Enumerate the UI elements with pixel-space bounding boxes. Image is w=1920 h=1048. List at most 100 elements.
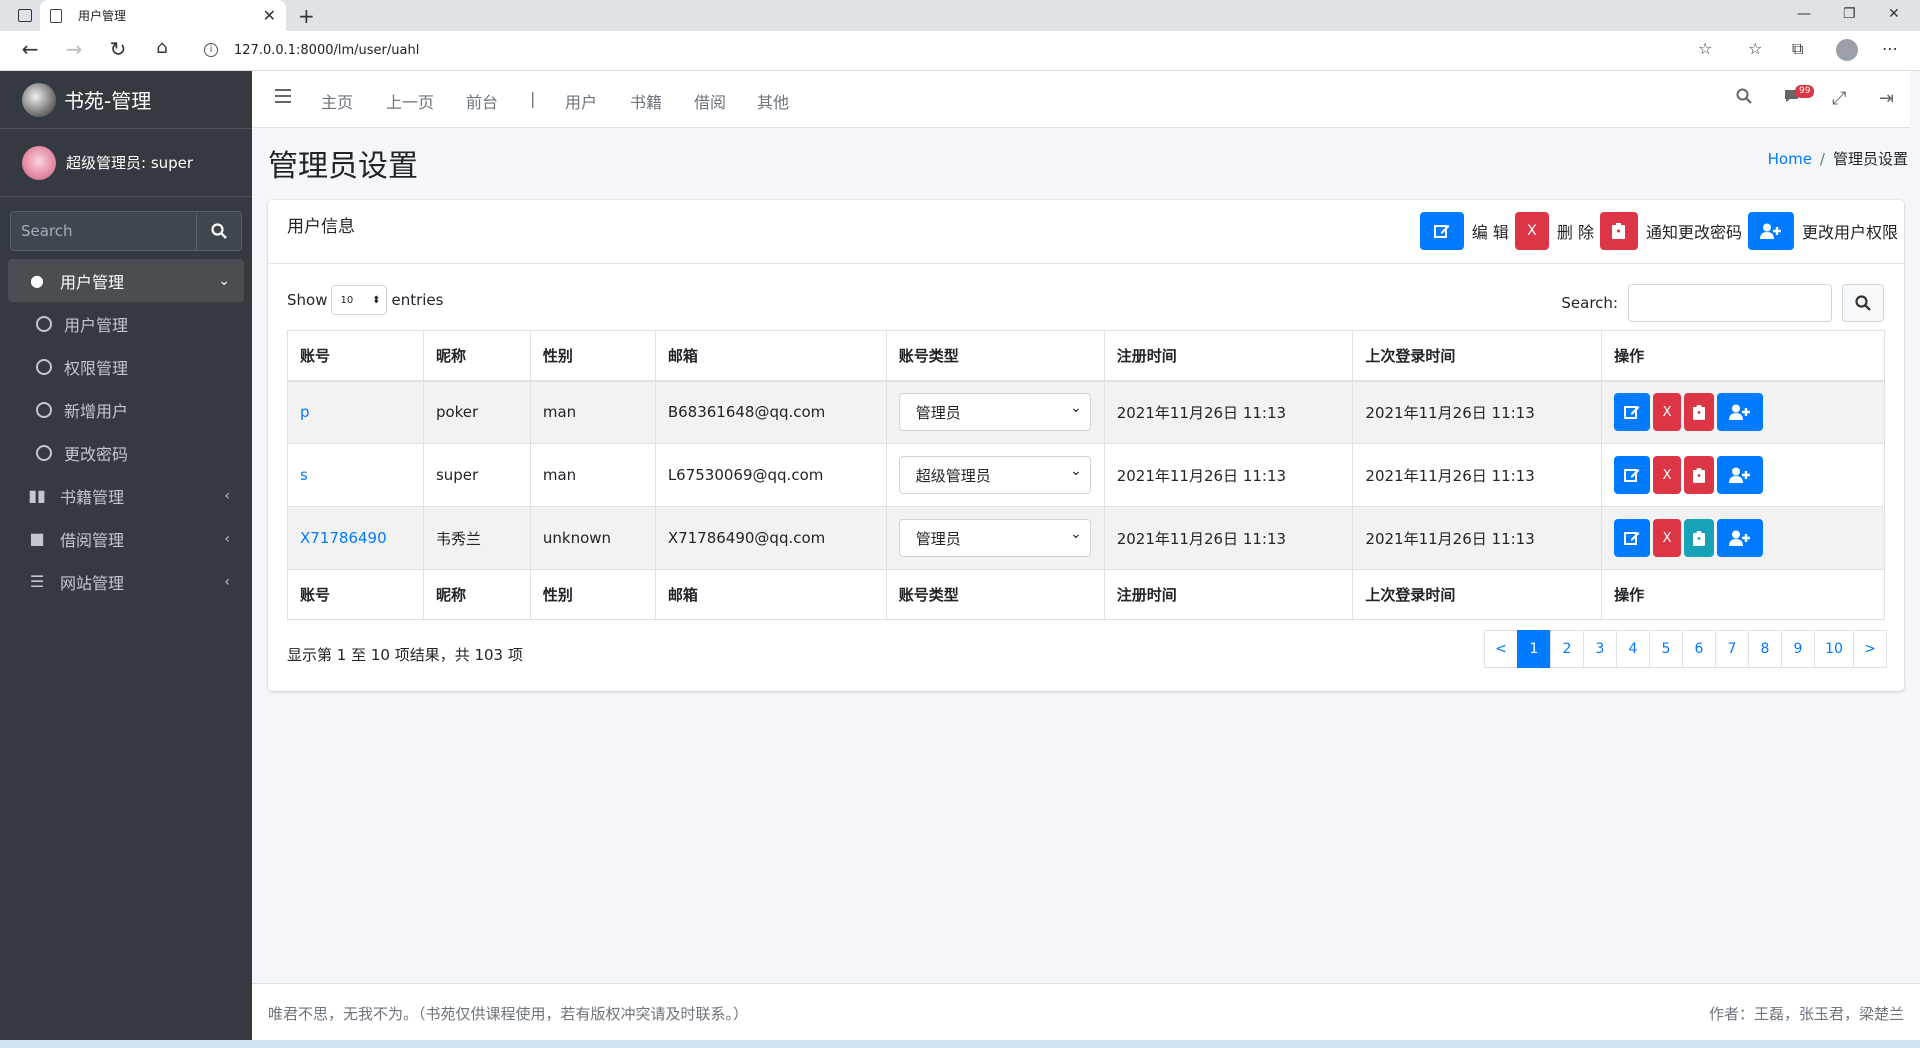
pagination-next[interactable]: > <box>1853 630 1887 668</box>
pagination-page[interactable]: 4 <box>1616 630 1650 668</box>
nav-books-link[interactable]: 书籍 <box>630 89 662 113</box>
row-edit-button[interactable] <box>1614 519 1651 557</box>
column-header[interactable]: 昵称 <box>422 330 531 382</box>
column-header[interactable]: 账号 <box>287 330 424 382</box>
sidebar-subitem-users[interactable]: 用户管理 <box>8 302 244 345</box>
breadcrumb-home-link[interactable]: Home <box>1768 150 1812 168</box>
row-delete-button[interactable]: X <box>1653 519 1682 557</box>
row-notify-button[interactable] <box>1684 393 1715 432</box>
back-icon[interactable]: ← <box>16 37 44 61</box>
account-link[interactable]: s <box>300 466 308 484</box>
column-header[interactable]: 上次登录时间 <box>1352 330 1603 382</box>
row-permission-button[interactable] <box>1717 456 1764 494</box>
pagination-page[interactable]: 7 <box>1715 630 1749 668</box>
nav-home-link[interactable]: 主页 <box>321 89 353 113</box>
change-permission-button[interactable] <box>1747 212 1794 250</box>
site-info-icon[interactable]: i <box>204 43 218 57</box>
page-length-select[interactable]: 10 <box>331 285 388 315</box>
profile-avatar[interactable] <box>1836 39 1858 61</box>
home-icon[interactable]: ⌂ <box>148 37 176 58</box>
browser-tab[interactable]: 用户管理 ✕ <box>40 0 286 31</box>
collections-icon[interactable]: ⧉ <box>1792 39 1803 59</box>
pagination-page[interactable]: 8 <box>1748 630 1782 668</box>
nav-back-link[interactable]: 上一页 <box>386 89 434 113</box>
user-panel[interactable]: 超级管理员: super <box>0 129 252 197</box>
pagination-page[interactable]: 9 <box>1781 630 1815 668</box>
show-label: Show <box>287 291 328 309</box>
row-notify-button[interactable] <box>1684 519 1715 557</box>
minimize-button[interactable]: — <box>1797 6 1811 22</box>
favorites-icon[interactable]: ☆ <box>1748 39 1762 58</box>
row-permission-button[interactable] <box>1717 393 1764 432</box>
sidebar-subitem-new-user[interactable]: 新增用户 <box>8 388 244 431</box>
pagination-page[interactable]: 2 <box>1550 630 1584 668</box>
column-header[interactable]: 邮箱 <box>654 330 887 382</box>
sidebar-item-website[interactable]: ☰ 网站管理 ‹ <box>8 560 244 603</box>
page-icon <box>50 8 62 23</box>
row-delete-button[interactable]: X <box>1653 393 1682 432</box>
footer-left-text: 唯君不思，无我不为。（书苑仅供课程使用，若有版权冲突请及时联系。） <box>268 1005 749 1023</box>
pagination-page[interactable]: 6 <box>1682 630 1716 668</box>
nav-other-link[interactable]: 其他 <box>757 89 789 113</box>
row-edit-button[interactable] <box>1614 393 1651 432</box>
menu-toggle-icon[interactable] <box>275 89 291 103</box>
notify-password-label: 通知更改密码 <box>1645 223 1742 242</box>
row-permission-button[interactable] <box>1717 519 1764 557</box>
nav-borrow-link[interactable]: 借阅 <box>694 89 726 113</box>
account-type-select[interactable]: 管理员 <box>898 519 1091 557</box>
sidebar-subitem-permissions[interactable]: 权限管理 <box>8 345 244 388</box>
sidebar-search-input[interactable]: Search <box>11 212 196 250</box>
row-edit-button[interactable] <box>1614 456 1651 494</box>
address-bar[interactable]: i 127.0.0.1:8000/lm/user/uahl <box>190 35 1700 65</box>
sidebar-item-user-management[interactable]: ● 用户管理 ⌄ <box>8 259 244 302</box>
row-delete-button[interactable]: X <box>1653 456 1682 494</box>
account-type-select[interactable]: 超级管理员 <box>898 456 1091 494</box>
forward-icon[interactable]: → <box>60 37 88 61</box>
column-header[interactable]: 注册时间 <box>1103 330 1354 382</box>
nav-users-link[interactable]: 用户 <box>565 89 597 113</box>
pagination-page[interactable]: 5 <box>1649 630 1683 668</box>
account-type-select[interactable]: 管理员 <box>898 393 1091 432</box>
pagination-page[interactable]: 1 <box>1517 630 1551 668</box>
account-link[interactable]: p <box>300 403 310 421</box>
page-length-control: Show 10 entries <box>287 285 443 315</box>
edit-icon <box>1624 469 1640 482</box>
logout-icon[interactable]: ⇥ <box>1879 88 1894 109</box>
column-footer: 昵称 <box>422 569 531 620</box>
user-name: 超级管理员: super <box>66 154 194 172</box>
brand-link[interactable]: 书苑-管理 <box>0 71 252 129</box>
table-search-input[interactable] <box>1628 284 1832 322</box>
favorite-star-icon[interactable]: ☆ <box>1698 39 1712 58</box>
tab-close-icon[interactable]: ✕ <box>263 6 276 25</box>
pagination-prev[interactable]: < <box>1484 630 1518 668</box>
fullscreen-icon[interactable]: ⤢ <box>1832 88 1846 109</box>
pagination-page[interactable]: 10 <box>1814 630 1854 668</box>
nav-frontend-link[interactable]: 前台 <box>466 89 498 113</box>
edit-button[interactable] <box>1419 212 1464 250</box>
column-header[interactable]: 账号类型 <box>885 330 1105 382</box>
table-search-button[interactable] <box>1842 284 1884 322</box>
row-actions: X <box>1614 456 1872 494</box>
notify-password-button[interactable] <box>1599 212 1638 250</box>
column-header[interactable]: 性别 <box>529 330 656 382</box>
user-info-card: 用户信息 编 辑 X 删 除 通知更改密码 更改用户权限 Show 10 ent… <box>268 200 1904 691</box>
sidebar-item-borrowing[interactable]: ■ 借阅管理 ‹ <box>8 517 244 560</box>
row-notify-button[interactable] <box>1684 456 1715 494</box>
pagination-page[interactable]: 3 <box>1583 630 1617 668</box>
email-cell: X71786490@qq.com <box>654 506 887 570</box>
more-menu-icon[interactable]: ⋯ <box>1882 39 1898 58</box>
chevron-left-icon: ‹ <box>224 487 230 504</box>
search-icon[interactable] <box>1736 88 1752 109</box>
page-title: 管理员设置 <box>268 149 418 184</box>
reload-icon[interactable]: ↻ <box>104 37 132 61</box>
new-tab-button[interactable]: + <box>298 4 315 28</box>
close-window-button[interactable]: ✕ <box>1888 6 1900 22</box>
sidebar-search-button[interactable] <box>196 212 241 250</box>
restore-button[interactable]: ❐ <box>1843 6 1856 22</box>
sidebar-subitem-change-password[interactable]: 更改密码 <box>8 431 244 474</box>
delete-button[interactable]: X <box>1514 212 1549 250</box>
account-link[interactable]: X71786490 <box>300 529 387 547</box>
tab-actions-icon[interactable] <box>18 9 32 22</box>
scrollbar[interactable] <box>1910 71 1920 983</box>
sidebar-item-books[interactable]: ▮▮ 书籍管理 ‹ <box>8 474 244 517</box>
